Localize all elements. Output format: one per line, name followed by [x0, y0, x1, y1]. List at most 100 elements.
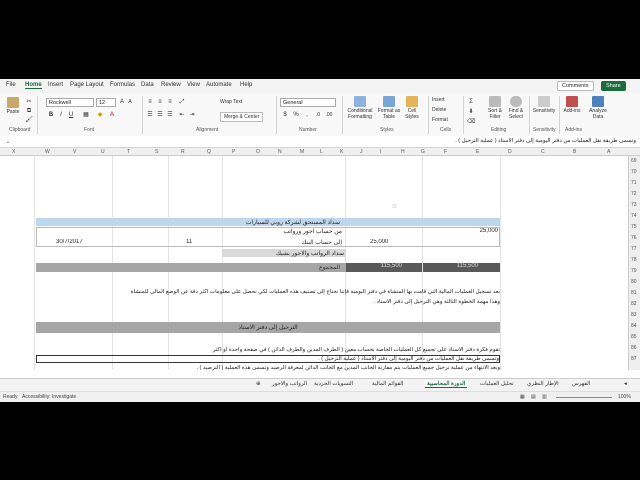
add-sheet-icon[interactable]: ⊕: [256, 381, 261, 387]
decrease-indent-icon[interactable]: ⇤: [178, 111, 186, 119]
column-header[interactable]: N: [278, 149, 282, 155]
row-header[interactable]: 78: [631, 257, 637, 263]
sheet-tab[interactable]: الرواتب والاجور: [272, 381, 307, 387]
copy-icon[interactable]: ⧉: [25, 107, 33, 115]
column-header[interactable]: K: [340, 149, 343, 155]
expand-formula-icon[interactable]: ⌄: [4, 138, 12, 146]
column-header[interactable]: B: [573, 149, 576, 155]
conditional-formatting-button[interactable]: Conditional Formatting: [346, 96, 374, 120]
paragraph-line[interactable]: وبعد الانتهاء من عملية ترحيل جميع العملي…: [36, 365, 500, 371]
sensitivity-button[interactable]: Sensitivity: [532, 96, 556, 114]
column-header[interactable]: O: [256, 149, 260, 155]
number-format-select[interactable]: General: [280, 98, 336, 107]
row-header[interactable]: 71: [631, 180, 637, 186]
tab-review[interactable]: Review: [161, 82, 181, 88]
scroll-tabs-icon[interactable]: ◂: [624, 381, 627, 387]
column-header[interactable]: I: [380, 149, 381, 155]
sort-filter-button[interactable]: Sort & Filter: [485, 96, 505, 120]
column-header[interactable]: F: [444, 149, 447, 155]
column-header[interactable]: U: [101, 149, 105, 155]
zoom-slider[interactable]: [556, 397, 612, 398]
italic-icon[interactable]: I: [57, 111, 65, 119]
tab-data[interactable]: Data: [141, 82, 154, 88]
add-ins-button[interactable]: Add-ins: [562, 96, 582, 114]
tab-home[interactable]: Home: [25, 82, 42, 89]
row-header[interactable]: 75: [631, 224, 637, 230]
font-color-icon[interactable]: A: [108, 111, 116, 119]
column-header[interactable]: X: [12, 149, 15, 155]
tab-view[interactable]: View: [187, 82, 200, 88]
increase-indent-icon[interactable]: ⇥: [188, 111, 196, 119]
clear-icon[interactable]: ⌫: [467, 118, 475, 126]
decrease-font-icon[interactable]: A: [126, 98, 134, 106]
decrease-decimal-icon[interactable]: .00: [325, 111, 333, 119]
align-right-icon[interactable]: ☰: [166, 111, 174, 119]
row-header[interactable]: 74: [631, 213, 637, 219]
total-label[interactable]: المجموع: [140, 264, 340, 271]
column-header[interactable]: L: [320, 149, 323, 155]
comments-button[interactable]: Comments: [557, 81, 594, 91]
column-header[interactable]: T: [127, 149, 130, 155]
tab-insert[interactable]: Insert: [48, 82, 63, 88]
column-header[interactable]: G: [421, 149, 425, 155]
accounting-format-icon[interactable]: $: [281, 111, 289, 119]
format-painter-icon[interactable]: 🖌: [25, 116, 33, 124]
cell-styles-button[interactable]: Cell Styles: [402, 96, 422, 120]
selected-cell[interactable]: وتسمى طريقة نقل العمليات من دفتر اليومية…: [36, 355, 500, 363]
analyze-data-button[interactable]: Analyze Data: [586, 96, 610, 120]
accessibility-status[interactable]: Accessibility: Investigate: [22, 394, 76, 400]
row-header[interactable]: 85: [631, 334, 637, 340]
column-header[interactable]: P: [232, 149, 235, 155]
entry-date[interactable]: 30/7/2017: [56, 239, 106, 245]
normal-view-icon[interactable]: ▦: [520, 394, 525, 400]
entry-description[interactable]: سداد المستحق لشركة روبي للسيارات: [140, 219, 340, 226]
column-header[interactable]: D: [508, 149, 512, 155]
column-header[interactable]: J: [360, 149, 363, 155]
column-header[interactable]: E: [476, 149, 479, 155]
tab-file[interactable]: File: [6, 82, 16, 88]
formula-content[interactable]: وتسمى طريقة نقل العمليات من دفتر اليومية…: [455, 138, 636, 144]
debit-amount[interactable]: 25,000: [452, 228, 498, 234]
worksheet-grid[interactable]: سداد المستحق لشركة روبي للسيارات من حساب…: [0, 156, 628, 371]
sheet-tab[interactable]: الإطار النظري: [527, 381, 559, 387]
find-select-button[interactable]: Find & Select: [506, 96, 526, 120]
share-button[interactable]: Share: [601, 81, 626, 91]
total-debit[interactable]: 115,500: [423, 263, 500, 272]
row-header[interactable]: 86: [631, 345, 637, 351]
row-header[interactable]: 80: [631, 279, 637, 285]
borders-icon[interactable]: ▦: [82, 111, 90, 119]
bold-icon[interactable]: B: [47, 111, 55, 119]
row-header[interactable]: 83: [631, 312, 637, 318]
credit-amount[interactable]: 25,000: [370, 239, 420, 245]
row-header[interactable]: 79: [631, 268, 637, 274]
row-header[interactable]: 72: [631, 191, 637, 197]
cut-icon[interactable]: ✂: [25, 98, 33, 106]
column-header[interactable]: V: [73, 149, 76, 155]
column-header[interactable]: W: [45, 149, 50, 155]
column-header[interactable]: A: [607, 149, 610, 155]
fill-color-icon[interactable]: ◆: [96, 111, 104, 119]
increase-font-icon[interactable]: A: [118, 98, 126, 106]
paste-button[interactable]: Paste: [4, 97, 22, 115]
sheet-tab[interactable]: التسويات الجردية: [314, 381, 353, 387]
row-header[interactable]: 84: [631, 323, 637, 329]
increase-decimal-icon[interactable]: .0: [314, 111, 322, 119]
total-credit[interactable]: 115,500: [346, 263, 422, 272]
orientation-icon[interactable]: ⤢: [178, 98, 186, 106]
entry-ref[interactable]: 11: [186, 239, 206, 245]
column-header[interactable]: M: [300, 149, 304, 155]
sheet-tab[interactable]: القوائم المالية: [372, 381, 403, 387]
autosum-icon[interactable]: Σ: [467, 98, 475, 106]
tab-page-layout[interactable]: Page Layout: [70, 82, 104, 88]
paragraph-line[interactable]: بعد تسجيل العمليات المالية التي قامت بها…: [36, 289, 500, 295]
format-cells-button[interactable]: Format: [432, 117, 448, 123]
column-header[interactable]: R: [181, 149, 185, 155]
debit-account[interactable]: من حساب اجور ورواتب: [230, 228, 342, 235]
formula-bar[interactable]: ⌄ وتسمى طريقة نقل العمليات من دفتر اليوم…: [0, 136, 640, 148]
insert-cells-button[interactable]: Insert: [432, 97, 445, 103]
font-size-select[interactable]: 12: [96, 98, 116, 107]
fill-icon[interactable]: ⬇: [467, 108, 475, 116]
align-bottom-icon[interactable]: ≡: [166, 98, 174, 106]
sheet-tab[interactable]: تحليل العمليات: [480, 381, 514, 387]
merge-center-button[interactable]: Merge & Center: [220, 112, 264, 122]
